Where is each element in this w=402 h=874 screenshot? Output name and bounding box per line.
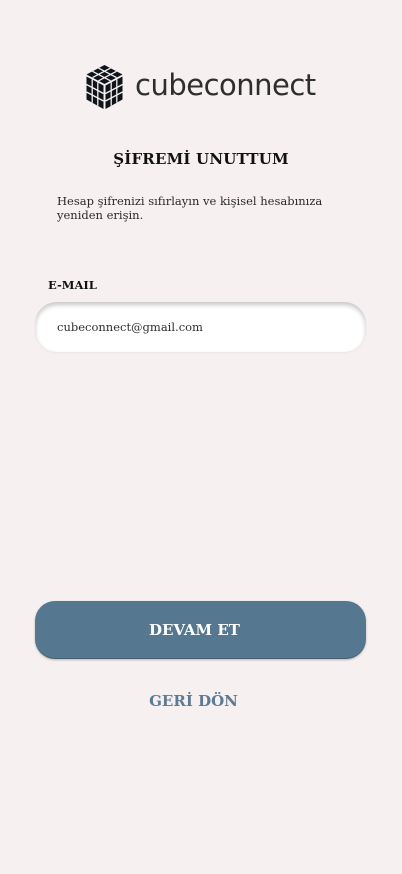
page-subtitle: Hesap şifrenizi sıfırlayın ve kişisel he… <box>57 194 323 222</box>
brand-name: cubeconnect <box>135 68 316 102</box>
cube-logo-icon <box>86 65 123 109</box>
page-title: ŞİFREMİ UNUTTUM <box>113 150 289 168</box>
email-field[interactable] <box>35 302 366 352</box>
brand-logo: cubeconnect <box>84 63 324 111</box>
continue-button-label: DEVAM ET <box>149 621 240 639</box>
email-input[interactable] <box>57 320 347 334</box>
back-link[interactable]: GERİ DÖN <box>0 692 387 710</box>
email-label: E-MAIL <box>48 278 97 292</box>
continue-button[interactable]: DEVAM ET <box>35 601 366 659</box>
